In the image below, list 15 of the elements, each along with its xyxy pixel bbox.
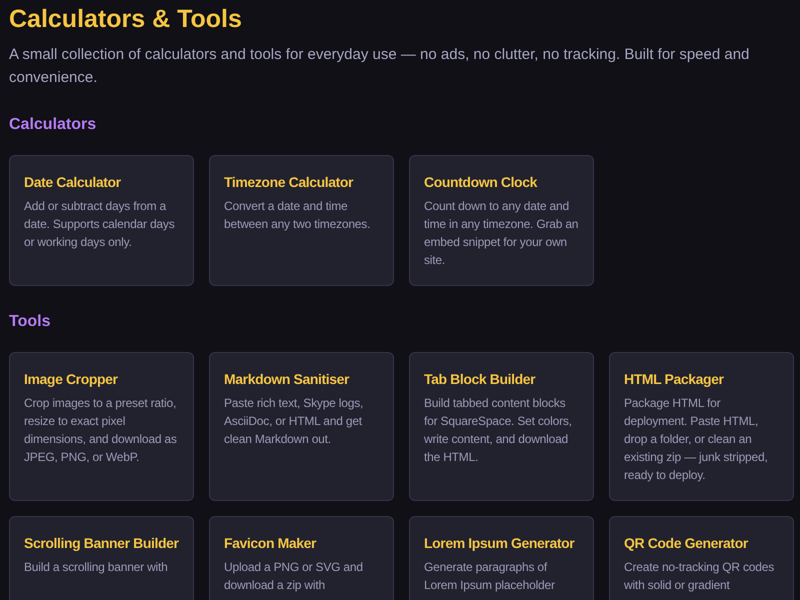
tool-card[interactable]: Lorem Ipsum Generator Generate paragraphs of Lorem Ipsum placeholder xyxy=(409,516,594,600)
tool-card[interactable]: Scrolling Banner Builder Build a scrolling banner with xyxy=(9,516,194,600)
tool-card[interactable]: Favicon Maker Upload a PNG or SVG and download a zip with xyxy=(209,516,394,600)
section-heading: Calculators xyxy=(9,115,98,135)
tool-card[interactable]: HTML Packager Package HTML for deployment. Paste HTML, drop a folder, or clean an existing zip — junk stripped, ready to deploy. xyxy=(609,352,794,501)
tool-card[interactable]: QR Code Generator Create no-tracking QR codes with solid or gradient xyxy=(609,516,794,600)
tool-card[interactable]: Timezone Calculator Convert a date and time between any two timezones. xyxy=(209,155,394,286)
tool-card[interactable]: Markdown Sanitiser Paste rich text, Skype logs, AsciiDoc, or HTML and get clean Markdown out. xyxy=(209,352,394,501)
page-title: Calculators & Tools xyxy=(9,4,243,34)
section-heading: Tools xyxy=(9,312,52,332)
tool-card[interactable]: Date Calculator Add or subtract days from a date. Supports calendar days or working days only. xyxy=(9,155,194,286)
tool-card[interactable]: Image Cropper Crop images to a preset ratio, resize to exact pixel dimensions, and download as JPEG, PNG, or WebP. xyxy=(9,352,194,501)
intro-text: A small collection of calculators and tools for everyday use — no ads, no clutter, no tracking. Built for speed and convenience. xyxy=(9,45,750,88)
tool-card[interactable]: Countdown Clock Count down to any date and time in any timezone. Grab an embed snippet for your own site. xyxy=(409,155,594,286)
tool-card[interactable]: Tab Block Builder Build tabbed content blocks for SquareSpace. Set colors, write content, and download the HTML. xyxy=(409,352,594,501)
